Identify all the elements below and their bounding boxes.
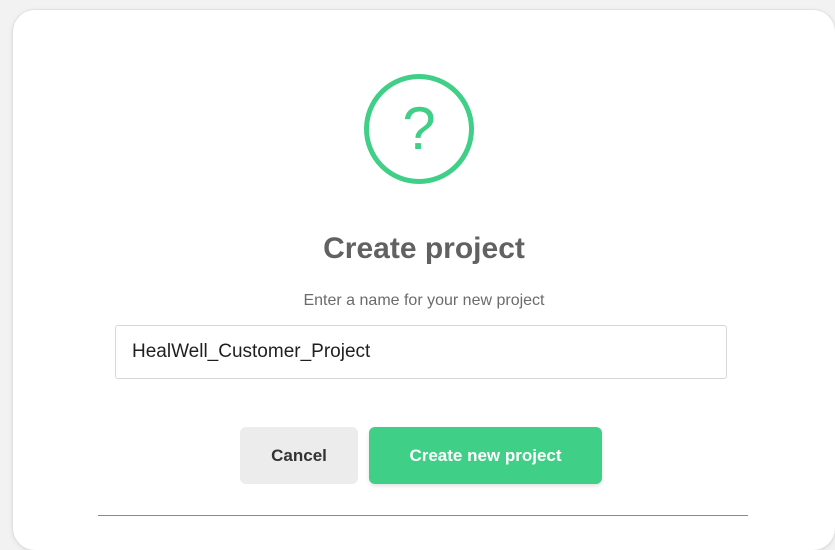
cancel-button[interactable]: Cancel [240, 427, 358, 484]
question-mark-icon: ? [364, 74, 474, 184]
question-mark-glyph: ? [402, 95, 436, 162]
divider [98, 515, 748, 516]
dialog-subtitle: Enter a name for your new project [303, 292, 545, 309]
create-new-project-button[interactable]: Create new project [369, 427, 602, 484]
dialog-title: Create project [323, 232, 525, 265]
project-name-input[interactable] [115, 325, 727, 379]
create-project-dialog: ? Create project Enter a name for your n… [13, 10, 835, 550]
